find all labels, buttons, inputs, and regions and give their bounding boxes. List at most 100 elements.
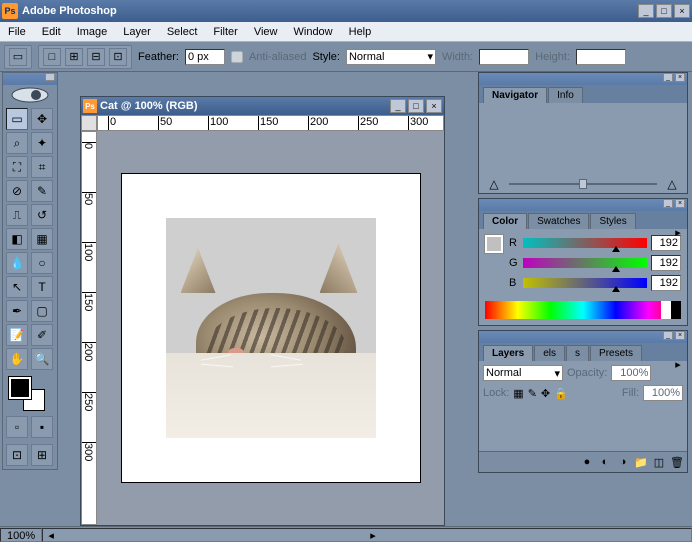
tab-styles[interactable]: Styles <box>590 213 635 229</box>
opacity-input[interactable]: 100% <box>611 365 651 381</box>
lasso-tool[interactable]: ⌕ <box>6 132 28 154</box>
selection-new-icon[interactable]: □ <box>43 48 61 66</box>
b-slider[interactable] <box>523 278 647 288</box>
tab-swatches[interactable]: Swatches <box>528 213 589 229</box>
zoom-display[interactable]: 100% <box>0 528 42 542</box>
lock-paint-icon[interactable]: ✎ <box>528 387 537 400</box>
crop-tool[interactable]: ⛶ <box>6 156 28 178</box>
tab-color[interactable]: Color <box>483 213 527 229</box>
navigator-close-icon[interactable]: × <box>675 73 685 82</box>
menu-view[interactable]: View <box>246 24 286 40</box>
document-titlebar[interactable]: Ps Cat @ 100% (RGB) _ □ × <box>81 97 444 115</box>
maximize-button[interactable]: □ <box>656 4 672 18</box>
menu-window[interactable]: Window <box>286 24 341 40</box>
brush-tool[interactable]: ✎ <box>31 180 53 202</box>
ruler-horizontal[interactable]: 0 50 100 150 200 250 300 <box>97 115 444 131</box>
toolbox-close-icon[interactable] <box>45 73 55 81</box>
ruler-corner[interactable] <box>81 115 97 131</box>
menu-help[interactable]: Help <box>341 24 380 40</box>
doc-close-button[interactable]: × <box>426 99 442 113</box>
eyedropper-tool[interactable]: ✐ <box>31 324 53 346</box>
layer-mask-icon[interactable]: ◐ <box>597 454 613 470</box>
shape-tool[interactable]: ▢ <box>31 300 53 322</box>
feather-input[interactable] <box>185 49 225 65</box>
pen-tool[interactable]: ✒ <box>6 300 28 322</box>
g-slider[interactable] <box>523 258 647 268</box>
blend-mode-select[interactable]: Normal▾ <box>483 365 563 381</box>
fill-input[interactable]: 100% <box>643 385 683 401</box>
dodge-tool[interactable]: ○ <box>31 252 53 274</box>
color-fg-swatch[interactable] <box>485 235 503 253</box>
lock-all-icon[interactable]: 🔒 <box>554 387 568 400</box>
layers-menu-icon[interactable]: ▸ <box>671 357 685 371</box>
selection-subtract-icon[interactable]: ⊟ <box>87 48 105 66</box>
selection-intersect-icon[interactable]: ⊡ <box>109 48 127 66</box>
quickmask-off[interactable]: ▫ <box>6 416 28 438</box>
zoom-out-icon[interactable]: △ <box>487 177 501 191</box>
minimize-button[interactable]: _ <box>638 4 654 18</box>
wand-tool[interactable]: ✦ <box>31 132 53 154</box>
layers-close-icon[interactable]: × <box>675 331 685 340</box>
tab-info[interactable]: Info <box>548 87 583 103</box>
layer-adjust-icon[interactable]: ◑ <box>615 454 631 470</box>
color-swatches[interactable] <box>3 373 57 413</box>
b-input[interactable] <box>651 275 681 291</box>
color-menu-icon[interactable]: ▸ <box>671 225 685 239</box>
eraser-tool[interactable]: ◧ <box>6 228 28 250</box>
style-select[interactable]: Normal▾ <box>346 49 436 65</box>
doc-maximize-button[interactable]: □ <box>408 99 424 113</box>
slice-tool[interactable]: ⌗ <box>31 156 53 178</box>
lock-transparency-icon[interactable]: ▦ <box>513 387 523 400</box>
marquee-tool-icon[interactable]: ▭ <box>9 48 27 66</box>
foreground-color[interactable] <box>9 377 31 399</box>
zoom-slider[interactable] <box>509 179 657 189</box>
menu-layer[interactable]: Layer <box>115 24 159 40</box>
color-minimize-icon[interactable]: _ <box>663 199 673 208</box>
close-button[interactable]: × <box>674 4 690 18</box>
menu-edit[interactable]: Edit <box>34 24 69 40</box>
ruler-vertical[interactable]: 0 50 100 150 200 250 300 <box>81 131 97 525</box>
canvas-area[interactable] <box>97 131 444 525</box>
tab-layers[interactable]: Layers <box>483 345 533 361</box>
doc-minimize-button[interactable]: _ <box>390 99 406 113</box>
tab-navigator[interactable]: Navigator <box>483 87 547 103</box>
type-tool[interactable]: T <box>31 276 53 298</box>
antialiased-checkbox[interactable] <box>231 51 243 63</box>
scroll-left-icon[interactable]: ◂ <box>45 529 57 541</box>
scroll-right-icon[interactable]: ▸ <box>367 529 379 541</box>
layer-folder-icon[interactable]: 📁 <box>633 454 649 470</box>
color-spectrum[interactable] <box>485 301 681 319</box>
notes-tool[interactable]: 📝 <box>6 324 28 346</box>
navigator-minimize-icon[interactable]: _ <box>663 73 673 82</box>
lock-move-icon[interactable]: ✥ <box>541 387 550 400</box>
zoom-in-icon[interactable]: △ <box>665 177 679 191</box>
path-tool[interactable]: ↖ <box>6 276 28 298</box>
gradient-tool[interactable]: ▦ <box>31 228 53 250</box>
stamp-tool[interactable]: ⎍ <box>6 204 28 226</box>
layer-style-icon[interactable]: ● <box>579 454 595 470</box>
zoom-tool[interactable]: 🔍 <box>31 348 53 370</box>
screenmode-full[interactable]: ⊞ <box>31 444 53 466</box>
color-close-icon[interactable]: × <box>675 199 685 208</box>
tab-paths[interactable]: s <box>566 345 589 361</box>
tab-channels[interactable]: els <box>534 345 565 361</box>
history-brush-tool[interactable]: ↺ <box>31 204 53 226</box>
g-input[interactable] <box>651 255 681 271</box>
menu-filter[interactable]: Filter <box>205 24 245 40</box>
move-tool[interactable]: ✥ <box>31 108 53 130</box>
hand-tool[interactable]: ✋ <box>6 348 28 370</box>
r-slider[interactable] <box>523 238 647 248</box>
blur-tool[interactable]: 💧 <box>6 252 28 274</box>
canvas[interactable] <box>121 173 421 483</box>
screenmode-standard[interactable]: ⊡ <box>6 444 28 466</box>
menu-select[interactable]: Select <box>159 24 206 40</box>
layer-new-icon[interactable]: ◫ <box>651 454 667 470</box>
menu-file[interactable]: File <box>0 24 34 40</box>
tab-presets[interactable]: Presets <box>590 345 642 361</box>
marquee-tool[interactable]: ▭ <box>6 108 28 130</box>
layer-trash-icon[interactable]: 🗑 <box>669 454 685 470</box>
menu-image[interactable]: Image <box>69 24 116 40</box>
selection-add-icon[interactable]: ⊞ <box>65 48 83 66</box>
layers-minimize-icon[interactable]: _ <box>663 331 673 340</box>
healing-tool[interactable]: ⊘ <box>6 180 28 202</box>
